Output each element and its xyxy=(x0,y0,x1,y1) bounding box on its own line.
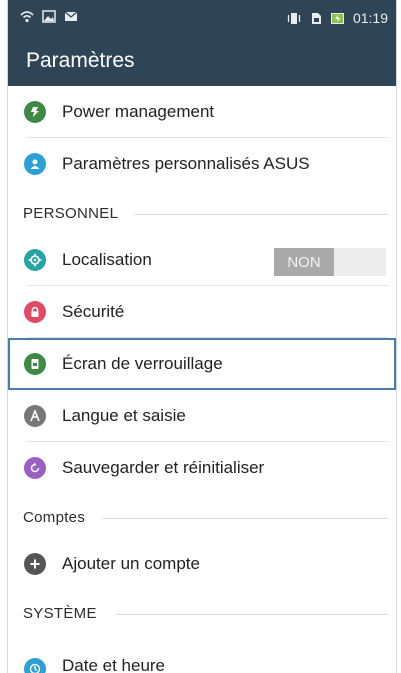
section-personnel-title: PERSONNEL xyxy=(23,205,119,222)
asus-settings-label: Paramètres personnalisés ASUS xyxy=(62,154,310,173)
add-account-label: Ajouter un compte xyxy=(62,554,200,573)
location-item[interactable]: Localisation NON xyxy=(8,234,396,286)
section-divider xyxy=(116,614,388,615)
lock-screen-label: Écran de verrouillage xyxy=(62,354,223,373)
app-bar: Paramètres xyxy=(8,37,396,86)
status-bar: 01:19 xyxy=(8,0,396,37)
lock-icon xyxy=(24,301,46,323)
power-management-label: Power management xyxy=(62,102,215,121)
status-time: 01:19 xyxy=(352,10,388,26)
add-icon xyxy=(24,553,46,575)
language-label: Langue et saisie xyxy=(62,406,186,425)
settings-list: Power management Paramètres personnalisé… xyxy=(8,86,396,673)
section-comptes: Comptes xyxy=(8,494,396,538)
backup-icon xyxy=(24,457,46,479)
status-icons-left xyxy=(20,10,78,23)
language-item[interactable]: Langue et saisie xyxy=(8,390,396,442)
power-management-item[interactable]: Power management xyxy=(8,86,396,138)
battery-charging-icon xyxy=(330,12,344,24)
language-icon xyxy=(24,405,46,427)
lock-screen-item[interactable]: Écran de verrouillage xyxy=(8,338,396,390)
backup-reset-label: Sauvegarder et réinitialiser xyxy=(62,458,265,477)
asus-settings-item[interactable]: Paramètres personnalisés ASUS xyxy=(8,138,396,190)
section-systeme: SYSTÈME xyxy=(8,590,396,634)
sim-icon xyxy=(311,12,321,24)
section-comptes-title: Comptes xyxy=(23,509,86,526)
status-icons-right: 01:19 xyxy=(287,10,388,26)
lock-screen-icon xyxy=(24,353,46,375)
section-divider xyxy=(103,518,388,519)
phone-screen: 01:19 Paramètres Power management Paramè… xyxy=(7,0,397,673)
page-title: Paramètres xyxy=(26,49,135,72)
section-personnel: PERSONNEL xyxy=(8,190,396,234)
section-systeme-title: SYSTÈME xyxy=(23,605,97,622)
location-toggle[interactable]: NON xyxy=(274,248,386,276)
location-toggle-state: NON xyxy=(274,248,334,276)
mail-notification-icon xyxy=(64,11,78,21)
security-label: Sécurité xyxy=(62,302,125,321)
backup-reset-item[interactable]: Sauvegarder et réinitialiser xyxy=(8,442,396,494)
location-icon xyxy=(24,249,46,271)
clock-icon xyxy=(24,658,46,673)
date-time-label: Date et heure xyxy=(62,656,166,673)
vibrate-icon xyxy=(287,12,301,24)
image-notification-icon xyxy=(42,10,56,23)
date-time-item[interactable]: Date et heure xyxy=(8,634,396,673)
power-icon xyxy=(24,101,46,123)
location-label: Localisation xyxy=(62,250,152,269)
asus-settings-icon xyxy=(24,153,46,175)
add-account-item[interactable]: Ajouter un compte xyxy=(8,538,396,590)
section-divider xyxy=(135,214,388,215)
security-item[interactable]: Sécurité xyxy=(8,286,396,338)
wifi-icon xyxy=(20,11,34,23)
